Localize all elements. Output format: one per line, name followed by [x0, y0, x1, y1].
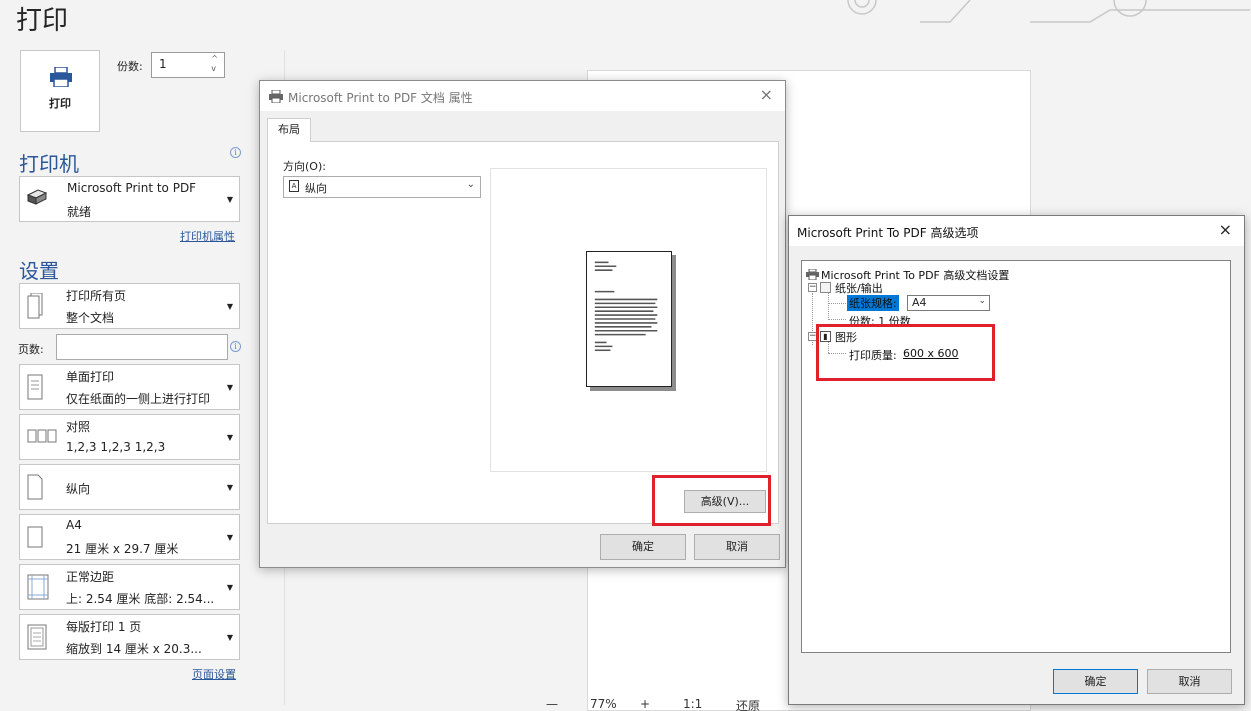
- decorative-circuit-graphic: [847, 0, 1250, 23]
- document-thumbnail: [586, 251, 672, 387]
- printer-info-icon[interactable]: i: [230, 147, 241, 158]
- paper-size-icon: [27, 526, 43, 548]
- printer-status: 就绪: [67, 205, 92, 219]
- printer-icon: [806, 269, 819, 280]
- collate-detail: 1,2,3 1,2,3 1,2,3: [66, 440, 166, 454]
- dialog-title: Microsoft Print To PDF 高级选项: [797, 226, 979, 240]
- portrait-icon: A: [289, 180, 299, 192]
- tree-paper-output[interactable]: 纸张/输出: [835, 280, 883, 296]
- collate-icon: [27, 429, 57, 443]
- dialog-titlebar[interactable]: Microsoft Print To PDF 高级选项 ×: [789, 216, 1244, 246]
- chevron-down-icon: ▼: [226, 195, 233, 204]
- orientation-value: 纵向: [305, 182, 327, 195]
- pages-per-sheet-dropdown[interactable]: 每版打印 1 页 缩放到 14 厘米 x 20.3... ▼: [19, 614, 240, 660]
- paper-size-combo[interactable]: A4 ⌄: [907, 295, 990, 311]
- chevron-down-icon: ▼: [226, 583, 233, 592]
- paper-folder-icon: [820, 282, 831, 293]
- margins-icon: [27, 574, 49, 600]
- collapse-toggle[interactable]: −: [808, 283, 817, 292]
- pages-per-sheet-detail: 缩放到 14 厘米 x 20.3...: [66, 642, 202, 656]
- layout-tab-pane: 方向(O): A 纵向 ⌄ 高级(V)...: [267, 141, 779, 524]
- chevron-down-icon: ▼: [226, 533, 233, 542]
- print-range-label: 打印所有页: [66, 289, 127, 303]
- chevron-down-icon: ⌄: [978, 296, 986, 306]
- printer-icon: [269, 90, 283, 103]
- copies-label: 份数:: [117, 60, 143, 73]
- printer-name: Microsoft Print to PDF: [67, 181, 197, 195]
- pages-per-sheet-icon: [27, 624, 47, 650]
- sides-dropdown[interactable]: 单面打印 仅在纸面的一侧上进行打印 ▼: [19, 364, 240, 410]
- document-properties-dialog: Microsoft Print to PDF 文档 属性 × 布局 方向(O):…: [259, 80, 786, 568]
- advanced-options-dialog: Microsoft Print To PDF 高级选项 × Microsoft …: [788, 215, 1245, 705]
- tree-line: [828, 293, 829, 320]
- layout-preview: [490, 168, 767, 472]
- margins-dropdown[interactable]: 正常边距 上: 2.54 厘米 底部: 2.54... ▼: [19, 564, 240, 610]
- paper-size-value: A4: [912, 296, 927, 309]
- settings-section-title: 设置: [19, 259, 59, 283]
- zoom-in-button[interactable]: +: [640, 697, 650, 711]
- orientation-label: 方向(O):: [283, 160, 326, 173]
- sides-label: 单面打印: [66, 370, 115, 384]
- sides-detail: 仅在纸面的一侧上进行打印: [66, 392, 211, 406]
- zoom-restore-button[interactable]: 还原: [736, 697, 760, 711]
- orientation-dropdown[interactable]: 纵向 ▼: [19, 464, 240, 510]
- close-icon[interactable]: ×: [760, 85, 773, 104]
- close-icon[interactable]: ×: [1219, 220, 1232, 239]
- collate-label: 对照: [66, 420, 91, 434]
- printer-device-icon: [26, 189, 48, 205]
- chevron-down-icon: ▼: [226, 483, 233, 492]
- printer-properties-link[interactable]: 打印机属性: [180, 228, 235, 244]
- print-range-detail: 整个文档: [66, 311, 115, 325]
- highlight-box-advanced: [652, 475, 771, 526]
- paper-size-label: A4: [66, 518, 82, 532]
- zoom-one-to-one-button[interactable]: 1:1: [683, 697, 702, 711]
- chevron-down-icon: ▼: [226, 633, 233, 642]
- cancel-button[interactable]: 取消: [694, 534, 780, 560]
- dialog-title: Microsoft Print to PDF 文档 属性: [288, 91, 473, 105]
- pages-per-sheet-label: 每版打印 1 页: [66, 620, 142, 634]
- zoom-bar: — 77% + 1:1 还原: [536, 696, 786, 711]
- zoom-out-button[interactable]: —: [546, 697, 558, 711]
- chevron-down-icon: ▼: [226, 302, 233, 311]
- ok-button[interactable]: 确定: [600, 534, 686, 560]
- print-button[interactable]: 打印: [20, 50, 100, 132]
- chevron-down-icon: ▼: [226, 433, 233, 442]
- pages-info-icon[interactable]: i: [230, 341, 241, 352]
- single-sided-icon: [27, 374, 43, 400]
- paper-size-dropdown[interactable]: A4 21 厘米 x 29.7 厘米 ▼: [19, 514, 240, 560]
- ok-button[interactable]: 确定: [1053, 669, 1138, 694]
- margins-detail: 上: 2.54 厘米 底部: 2.54...: [66, 592, 215, 606]
- tree-line: [828, 319, 846, 320]
- print-button-label: 打印: [49, 97, 71, 110]
- orientation-label: 纵向: [66, 482, 91, 496]
- pages-input[interactable]: [56, 334, 228, 360]
- tab-layout[interactable]: 布局: [267, 118, 311, 142]
- pages-label: 页数:: [18, 343, 44, 356]
- chevron-down-icon: ⌄: [466, 179, 475, 190]
- page-title: 打印: [16, 6, 69, 36]
- dialog-titlebar[interactable]: Microsoft Print to PDF 文档 属性 ×: [260, 81, 785, 111]
- copies-stepper[interactable]: 1 ^ v: [151, 52, 225, 78]
- margins-label: 正常边距: [66, 570, 115, 584]
- tree-line: [828, 303, 846, 304]
- pages-stack-icon: [27, 293, 43, 319]
- highlight-box-graphics: [816, 324, 995, 381]
- paper-size-detail: 21 厘米 x 29.7 厘米: [66, 542, 179, 556]
- chevron-down-icon: ▼: [226, 383, 233, 392]
- orientation-select[interactable]: A 纵向 ⌄: [283, 176, 481, 198]
- cancel-button[interactable]: 取消: [1147, 669, 1232, 694]
- collate-dropdown[interactable]: 对照 1,2,3 1,2,3 1,2,3 ▼: [19, 414, 240, 460]
- copies-spin-arrows[interactable]: ^ v: [211, 54, 218, 74]
- printer-section-title: 打印机: [19, 152, 79, 176]
- print-range-dropdown[interactable]: 打印所有页 整个文档 ▼: [19, 283, 240, 329]
- paper-size-label[interactable]: 纸张规格:: [847, 295, 899, 311]
- advanced-settings-tree: Microsoft Print To PDF 高级文档设置 − 纸张/输出 纸张…: [801, 260, 1231, 653]
- page-setup-link[interactable]: 页面设置: [192, 666, 236, 682]
- portrait-icon: [27, 474, 43, 500]
- zoom-level: 77%: [590, 697, 617, 711]
- copies-value: 1: [159, 57, 167, 71]
- printer-icon: [50, 67, 72, 87]
- printer-dropdown[interactable]: Microsoft Print to PDF 就绪 ▼: [19, 176, 240, 222]
